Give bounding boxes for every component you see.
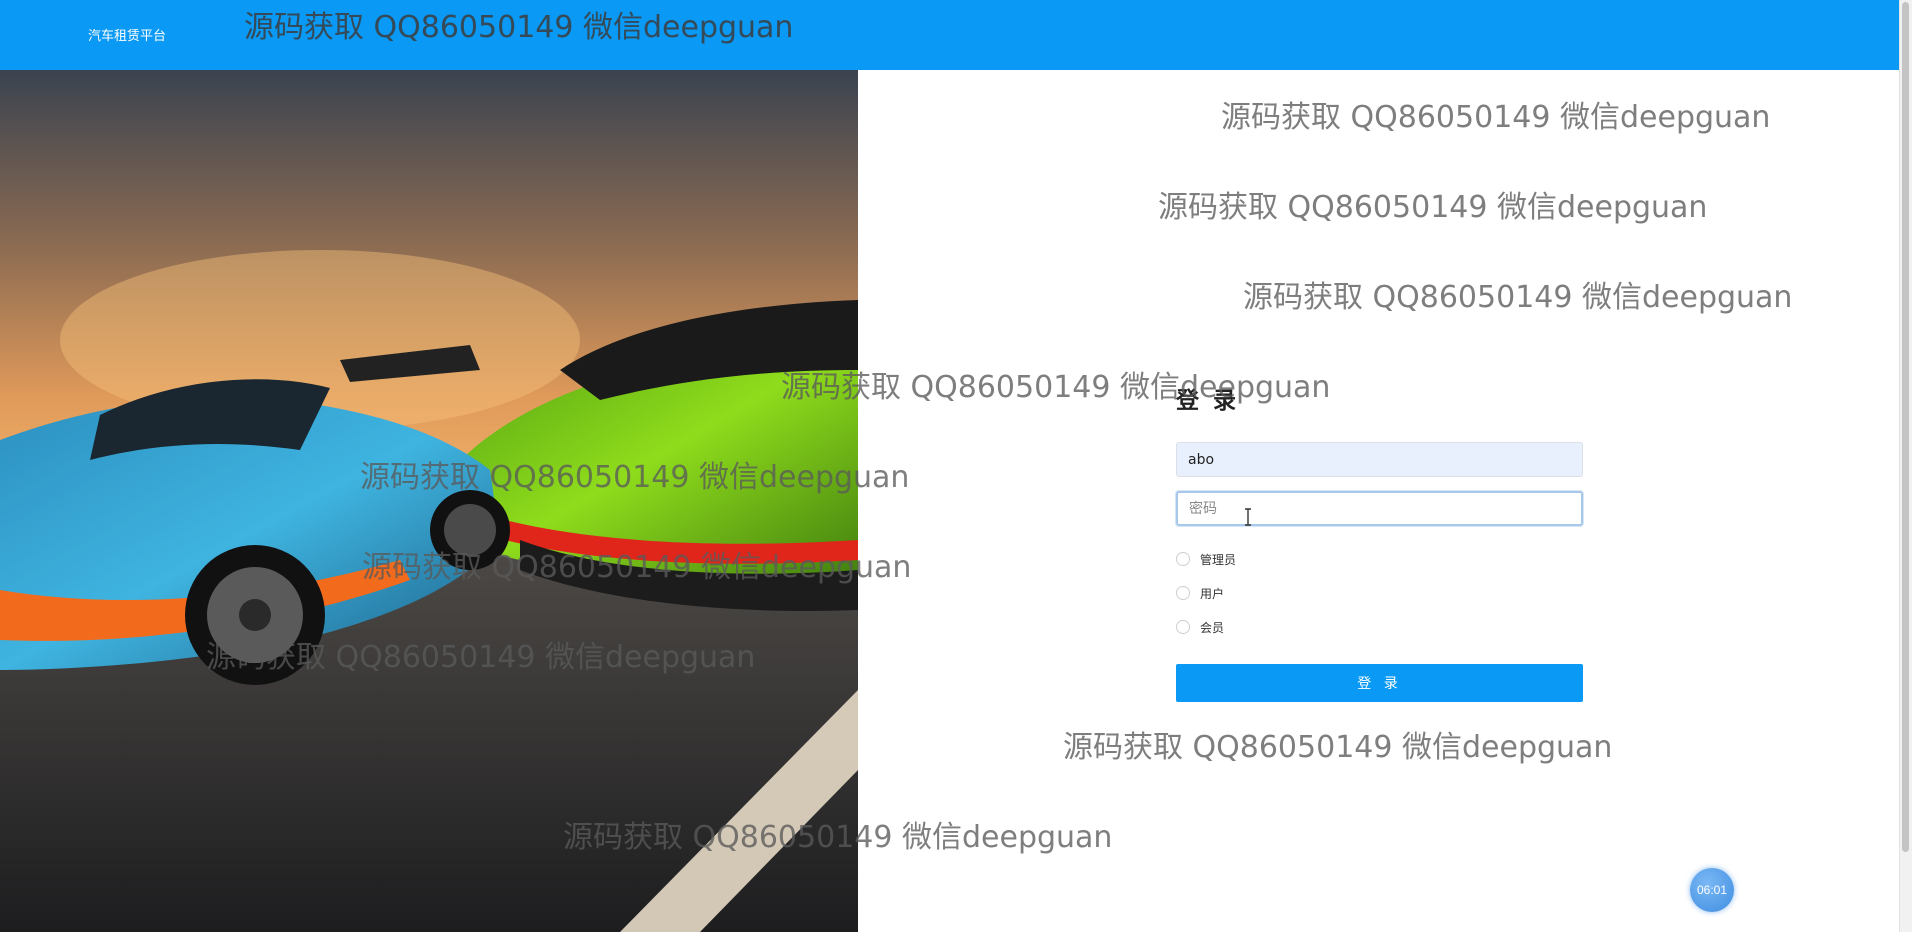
role-label: 会员 xyxy=(1200,620,1225,635)
watermark-text: 源码获取 QQ86050149 微信deepguan xyxy=(1063,730,1613,765)
role-option-admin[interactable]: 管理员 xyxy=(1176,542,1583,576)
login-title: 登 录 xyxy=(1176,388,1240,414)
timer-badge[interactable]: 06:01 xyxy=(1690,868,1734,912)
radio-icon[interactable] xyxy=(1176,552,1190,566)
role-label: 用户 xyxy=(1200,586,1225,601)
hero-image xyxy=(0,70,858,932)
top-navbar: 汽车租赁平台 xyxy=(0,0,1900,70)
password-input[interactable] xyxy=(1176,491,1583,526)
watermark-text: 源码获取 QQ86050149 微信deepguan xyxy=(1221,100,1771,135)
role-option-member[interactable]: 会员 xyxy=(1176,610,1583,644)
text-cursor-icon xyxy=(1245,508,1251,526)
role-option-user[interactable]: 用户 xyxy=(1176,576,1583,610)
sports-cars-illustration xyxy=(0,70,858,932)
login-button[interactable]: 登 录 xyxy=(1176,664,1583,702)
role-radio-group: 管理员 用户 会员 xyxy=(1176,542,1583,644)
brand-title[interactable]: 汽车租赁平台 xyxy=(88,25,166,44)
role-label: 管理员 xyxy=(1200,552,1237,567)
watermark-text: 源码获取 QQ86050149 微信deepguan xyxy=(1243,280,1793,315)
watermark-text: 源码获取 QQ86050149 微信deepguan xyxy=(1158,190,1708,225)
radio-icon[interactable] xyxy=(1176,620,1190,634)
login-panel: 登 录 管理员 用户 会员 登 录 xyxy=(1176,384,1583,702)
radio-icon[interactable] xyxy=(1176,586,1190,600)
username-input[interactable] xyxy=(1176,442,1583,477)
scrollbar-thumb[interactable] xyxy=(1902,2,1909,852)
scrollbar[interactable] xyxy=(1899,0,1912,932)
